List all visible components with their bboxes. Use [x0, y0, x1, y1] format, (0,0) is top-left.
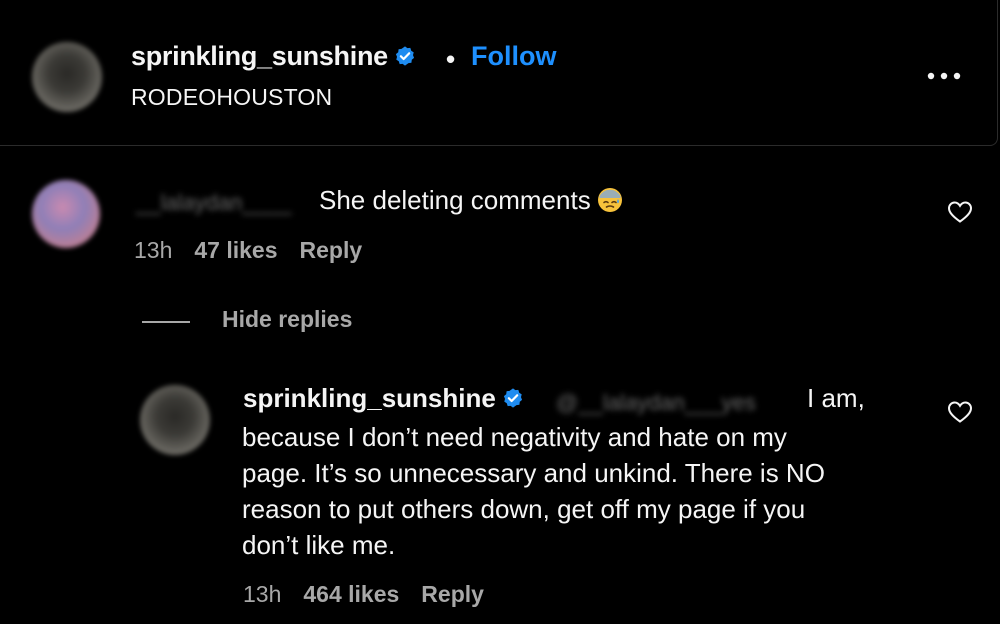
comment-text: She deleting comments: [319, 185, 623, 216]
post-username[interactable]: sprinkling_sunshine: [131, 41, 416, 72]
separator-dot: •: [446, 44, 456, 74]
reply-username-label: sprinkling_sunshine: [243, 383, 496, 413]
commenter-avatar[interactable]: [32, 180, 100, 248]
reply-mention-blurred[interactable]: @__lalaydan___yes: [556, 390, 756, 416]
verified-badge-icon: [503, 388, 522, 408]
reply-avatar[interactable]: [140, 385, 210, 455]
comment-time: 13h: [134, 237, 173, 263]
commenter-username-blurred[interactable]: __lalaydan____: [136, 190, 291, 216]
verified-badge-icon: [395, 46, 414, 66]
reply-text-line: page. It’s so unnecessary and unkind. Th…: [242, 458, 825, 488]
comment-likes[interactable]: 47 likes: [194, 237, 277, 263]
reply-text-line: don’t like me.: [242, 530, 396, 560]
reply-text-line: because I don’t need negativity and hate…: [242, 422, 787, 452]
comment-meta: 13h 47 likes Reply: [134, 237, 384, 264]
like-heart-icon[interactable]: [947, 400, 973, 424]
comment-text-label: She deleting comments: [319, 185, 591, 215]
post-header: sprinkling_sunshine • Follow RODEOHOUSTO…: [0, 0, 998, 146]
reply-text: because I don’t need negativity and hate…: [242, 419, 942, 563]
hide-replies-line: [142, 321, 190, 323]
avatar[interactable]: [32, 42, 102, 112]
hide-replies-button[interactable]: Hide replies: [222, 306, 352, 333]
follow-button[interactable]: Follow: [471, 41, 556, 72]
reply-meta: 13h 464 likes Reply: [243, 581, 506, 608]
reply-likes[interactable]: 464 likes: [303, 581, 399, 607]
reply-reply-button[interactable]: Reply: [421, 581, 484, 607]
like-heart-icon[interactable]: [947, 200, 973, 224]
reply-username[interactable]: sprinkling_sunshine: [243, 383, 524, 414]
post-location[interactable]: RODEOHOUSTON: [131, 84, 332, 111]
reply-text-first-line: I am,: [807, 383, 865, 413]
reply-time: 13h: [243, 581, 282, 607]
post-username-label: sprinkling_sunshine: [131, 41, 388, 71]
reply-text-line: reason to put others down, get off my pa…: [242, 494, 806, 524]
comment-reply-button[interactable]: Reply: [300, 237, 363, 263]
sweat-face-emoji-icon: [597, 188, 622, 213]
more-options-icon[interactable]: [924, 66, 964, 86]
instagram-comments-panel: sprinkling_sunshine • Follow RODEOHOUSTO…: [0, 0, 1000, 624]
